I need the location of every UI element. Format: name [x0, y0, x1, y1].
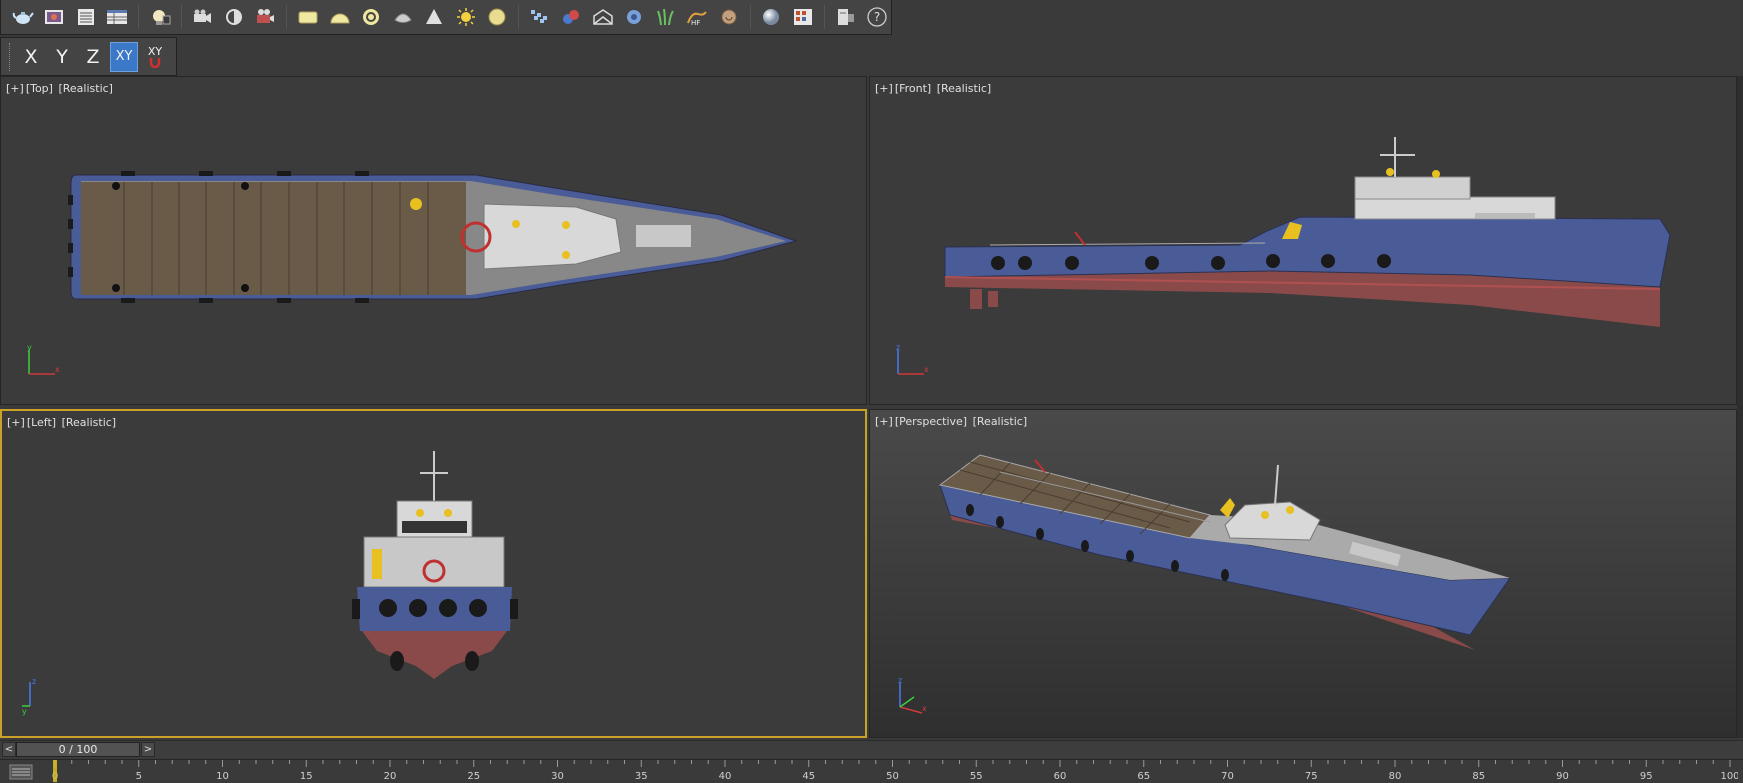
hair-fur-icon[interactable]: HF [684, 3, 712, 31]
toolbar-separator [823, 5, 825, 29]
gizmo-y-label: z [898, 677, 902, 685]
xy-snap-label: XY [147, 44, 163, 58]
track-tick-label: 15 [300, 771, 313, 782]
film-camera-icon[interactable] [252, 3, 280, 31]
svg-text:HF: HF [691, 19, 700, 26]
track-ruler[interactable]: 0510152025303540455055606570758085909510… [48, 760, 1738, 783]
track-tick-label: 65 [1137, 771, 1150, 782]
sphere-ring-icon[interactable] [357, 3, 385, 31]
track-tick-label: 55 [970, 771, 983, 782]
track-tick-label: 35 [635, 771, 648, 782]
track-tick-label: 90 [1556, 771, 1569, 782]
shell-spiral-icon[interactable] [715, 3, 743, 31]
constrain-y-button[interactable]: Y [48, 42, 76, 72]
gizmo-x-label: x [924, 365, 929, 374]
cone-icon[interactable] [420, 3, 448, 31]
constrain-xy-snap-button[interactable]: XY [141, 42, 169, 72]
mini-curve-editor-icon[interactable] [8, 763, 34, 781]
help-icon[interactable]: ? [863, 3, 891, 31]
viewport-front[interactable]: [+] [Front] [Realistic] z x [869, 76, 1737, 405]
disc-icon[interactable] [483, 3, 511, 31]
previous-frame-button[interactable]: < [2, 742, 16, 757]
capsule-icon[interactable] [558, 3, 586, 31]
ship-front-view [944, 137, 1671, 327]
teapot-render-icon[interactable] [9, 3, 37, 31]
viewport-top[interactable]: [+] [Top] [Realistic] y x [0, 76, 867, 405]
track-tick-label: 5 [136, 771, 142, 782]
grid-icon[interactable] [526, 3, 554, 31]
track-tick-label: 40 [719, 771, 732, 782]
current-frame-marker[interactable] [53, 760, 57, 782]
camera-target-icon[interactable] [220, 3, 248, 31]
envelope-icon[interactable] [589, 3, 617, 31]
gear-sphere-icon[interactable] [621, 3, 649, 31]
ship-perspective-view [938, 454, 1511, 650]
shell-icon[interactable] [389, 3, 417, 31]
axis-gizmo: z y [22, 677, 36, 716]
constrain-z-button[interactable]: Z [79, 42, 107, 72]
magnet-icon [149, 57, 161, 68]
track-tick-label: 60 [1054, 771, 1067, 782]
material-sphere-icon[interactable] [758, 3, 786, 31]
gizmo-x-label: x [922, 704, 927, 713]
plane-icon[interactable] [294, 3, 322, 31]
viewport-right-edge [1737, 76, 1743, 738]
track-tick-label: 95 [1640, 771, 1653, 782]
track-tick-label: 80 [1389, 771, 1402, 782]
track-tick-label: 100 [1720, 771, 1738, 782]
material-editor-icon[interactable] [789, 3, 817, 31]
track-bar[interactable]: 0510152025303540455055606570758085909510… [0, 759, 1743, 783]
ship-left-view [352, 451, 518, 679]
ship-top-view [68, 171, 798, 303]
track-tick-label: 10 [216, 771, 229, 782]
axis-gizmo: z x [898, 677, 927, 714]
axis-constraints-toolbar: X Y Z XY XY [0, 37, 177, 76]
camera-icon[interactable] [189, 3, 217, 31]
viewport-left[interactable]: [+] [Left] [Realistic] z y [0, 409, 867, 738]
track-tick-label: 25 [467, 771, 480, 782]
gizmo-x-label: y [22, 707, 27, 716]
constrain-xy-button[interactable]: XY [110, 41, 138, 72]
constrain-x-button[interactable]: X [17, 42, 45, 72]
render-setup-icon[interactable] [72, 3, 100, 31]
toolbar-grip[interactable] [9, 42, 12, 71]
track-tick-label: 45 [802, 771, 815, 782]
gizmo-y-label: y [27, 344, 32, 352]
toolbar-separator [138, 5, 140, 29]
help-glyph: ? [874, 10, 880, 24]
toolbar-separator [180, 5, 182, 29]
render-table-icon[interactable] [104, 3, 132, 31]
time-slider-thumb[interactable]: 0 / 100 [16, 742, 140, 757]
time-slider[interactable]: < 0 / 100 > [0, 740, 1743, 758]
sun-icon[interactable] [452, 3, 480, 31]
toolbar-separator [286, 5, 288, 29]
main-toolbar: HF ? [0, 0, 892, 35]
grass-icon[interactable] [652, 3, 680, 31]
track-tick-label: 50 [886, 771, 899, 782]
toolbar-separator [517, 5, 519, 29]
hemisphere-icon[interactable] [326, 3, 354, 31]
toolbar-separator [749, 5, 751, 29]
render-frame-icon[interactable] [41, 3, 69, 31]
viewport-perspective[interactable]: [+] [Perspective] [Realistic] z x [869, 409, 1737, 738]
axis-gizmo: z x [896, 344, 929, 375]
track-tick-label: 30 [551, 771, 564, 782]
track-tick-label: 75 [1305, 771, 1318, 782]
track-tick-label: 85 [1472, 771, 1485, 782]
next-frame-button[interactable]: > [141, 742, 155, 757]
axis-gizmo: y x [27, 344, 60, 375]
track-tick-label: 20 [384, 771, 397, 782]
track-tick-label: 70 [1221, 771, 1234, 782]
gizmo-y-label: z [896, 344, 900, 352]
panel-icon[interactable] [832, 3, 860, 31]
gizmo-y-label: z [32, 677, 36, 686]
gizmo-x-label: x [55, 365, 60, 374]
light-bulb-icon[interactable] [146, 3, 174, 31]
